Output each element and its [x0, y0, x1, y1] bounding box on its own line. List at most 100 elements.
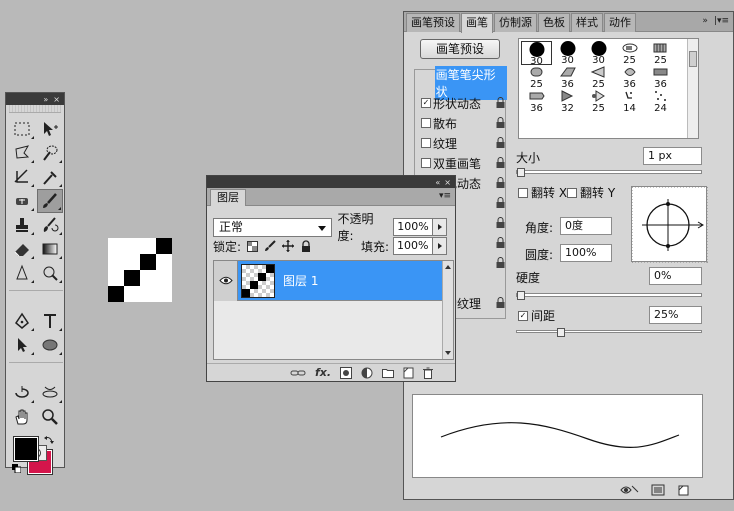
fill-slider-button[interactable]: [433, 237, 447, 255]
3d-rotate-tool-button[interactable]: [9, 381, 35, 405]
spacing-slider-knob[interactable]: [556, 328, 565, 337]
size-slider[interactable]: [516, 168, 702, 177]
tab-styles[interactable]: 样式: [571, 13, 603, 32]
layer-name[interactable]: 图层 1: [283, 272, 318, 289]
angle-field[interactable]: 0度: [560, 217, 612, 235]
brush-option-checkbox[interactable]: [421, 118, 431, 128]
hardness-slider[interactable]: [516, 291, 702, 300]
path-selection-tool-button[interactable]: [9, 333, 35, 357]
scroll-down-icon[interactable]: [445, 351, 451, 355]
layer-row[interactable]: 图层 1: [214, 260, 444, 301]
hardness-field[interactable]: 0%: [649, 267, 702, 285]
scroll-up-icon[interactable]: [445, 265, 451, 269]
zoom-tool-button[interactable]: [37, 405, 63, 429]
tab-swatches[interactable]: 色板: [538, 13, 570, 32]
lock-icon[interactable]: [496, 297, 505, 308]
brush-tool-button[interactable]: [37, 189, 63, 213]
lock-icon[interactable]: [496, 137, 505, 148]
flip-x-checkbox[interactable]: [518, 187, 528, 198]
lock-icon[interactable]: [496, 117, 505, 128]
brush-option-item[interactable]: 画笔笔尖形状: [415, 66, 507, 100]
collapse-icon[interactable]: »: [43, 95, 48, 104]
brush-tip-item[interactable]: 14: [614, 89, 645, 114]
tab-brush-presets[interactable]: 画笔预设: [406, 13, 460, 32]
default-colors-icon[interactable]: [12, 464, 21, 473]
brush-tip-item[interactable]: 36: [552, 65, 583, 90]
lock-icon[interactable]: [496, 217, 505, 228]
lock-icon[interactable]: [496, 157, 505, 168]
flip-y-checkbox[interactable]: [567, 187, 577, 198]
eyedropper-tool-button[interactable]: [37, 165, 63, 189]
lock-icon[interactable]: [496, 257, 505, 268]
type-tool-button[interactable]: [37, 309, 63, 333]
brush-tip-item[interactable]: 25: [583, 89, 614, 114]
brush-option-item[interactable]: 散布: [415, 113, 507, 133]
collapse-icon[interactable]: «: [435, 178, 440, 187]
create-new-brush-icon[interactable]: [677, 484, 689, 496]
crop-tool-button[interactable]: [9, 165, 35, 189]
layer-list-scrollbar[interactable]: [442, 261, 453, 359]
brush-tip-item[interactable]: 32: [552, 89, 583, 114]
lock-position-icon[interactable]: [281, 239, 295, 253]
brush-tip-item[interactable]: 30: [521, 41, 552, 67]
document-canvas[interactable]: [108, 238, 172, 302]
fx-icon[interactable]: fx.: [315, 366, 331, 379]
lock-icon[interactable]: [496, 97, 505, 108]
lasso-tool-button[interactable]: [9, 141, 35, 165]
lock-icon[interactable]: [496, 177, 505, 188]
marquee-tool-button[interactable]: [9, 117, 35, 141]
new-group-icon[interactable]: [382, 368, 394, 378]
brush-tip-item[interactable]: 36: [614, 65, 645, 90]
brush-option-item[interactable]: 双重画笔: [415, 153, 507, 173]
roundness-field[interactable]: 100%: [560, 244, 612, 262]
clone-stamp-tool-button[interactable]: [9, 213, 35, 237]
dodge-tool-button[interactable]: [37, 261, 63, 285]
brush-option-checkbox[interactable]: [421, 158, 431, 168]
close-icon[interactable]: ×: [53, 95, 60, 104]
panel-menu-icon[interactable]: |▾≡: [714, 16, 729, 26]
tab-actions[interactable]: 动作: [604, 13, 636, 32]
fill-field[interactable]: 100%: [393, 237, 433, 255]
spacing-option[interactable]: ✓ 间距: [518, 307, 555, 324]
brush-presets-panel-icon[interactable]: [651, 484, 665, 496]
history-brush-tool-button[interactable]: [37, 213, 63, 237]
brush-tip-item[interactable]: 30: [552, 40, 583, 66]
layer-thumbnail[interactable]: [241, 263, 275, 298]
spacing-checkbox[interactable]: ✓: [518, 310, 528, 321]
blend-mode-select[interactable]: 正常: [213, 217, 333, 237]
scroll-thumb[interactable]: [689, 51, 697, 67]
hand-tool-button[interactable]: [9, 405, 35, 429]
eraser-tool-button[interactable]: [9, 237, 35, 261]
new-layer-icon[interactable]: [403, 367, 414, 379]
brush-option-item[interactable]: ✓ 形状动态: [415, 93, 507, 113]
tab-layers[interactable]: 图层: [210, 189, 246, 206]
layer-visibility-toggle[interactable]: [214, 260, 238, 301]
flip-x-option[interactable]: 翻转 X: [518, 184, 567, 201]
tools-panel-grip[interactable]: [9, 105, 61, 113]
hardness-slider-knob[interactable]: [517, 291, 525, 300]
lock-icon[interactable]: [496, 197, 505, 208]
brush-tip-item[interactable]: 25: [645, 41, 676, 66]
brush-option-item[interactable]: 纹理: [415, 133, 507, 153]
lock-icon[interactable]: [496, 237, 505, 248]
opacity-field[interactable]: 100%: [393, 218, 434, 236]
blur-tool-button[interactable]: [9, 261, 35, 285]
link-layers-icon[interactable]: [290, 368, 306, 378]
flip-y-option[interactable]: 翻转 Y: [567, 184, 615, 201]
brush-option-checkbox[interactable]: ✓: [421, 98, 431, 108]
delete-layer-icon[interactable]: [423, 367, 433, 379]
tools-panel-titlebar[interactable]: » ×: [6, 93, 64, 105]
spacing-field[interactable]: 25%: [649, 306, 702, 324]
tab-clone-source[interactable]: 仿制源: [494, 13, 537, 32]
layers-panel-titlebar[interactable]: « ×: [207, 176, 455, 188]
size-field[interactable]: 1 px: [643, 147, 702, 165]
move-tool-button[interactable]: [37, 117, 63, 141]
foreground-color-swatch[interactable]: [13, 436, 39, 462]
swap-colors-icon[interactable]: [44, 435, 54, 445]
size-slider-knob[interactable]: [517, 168, 525, 177]
collapse-icon[interactable]: »: [702, 16, 708, 26]
brush-tip-item[interactable]: 24: [645, 89, 676, 114]
brush-presets-button[interactable]: 画笔预设: [420, 39, 500, 59]
brush-tip-item[interactable]: 25: [614, 41, 645, 66]
lock-image-pixels-icon[interactable]: [263, 239, 277, 253]
